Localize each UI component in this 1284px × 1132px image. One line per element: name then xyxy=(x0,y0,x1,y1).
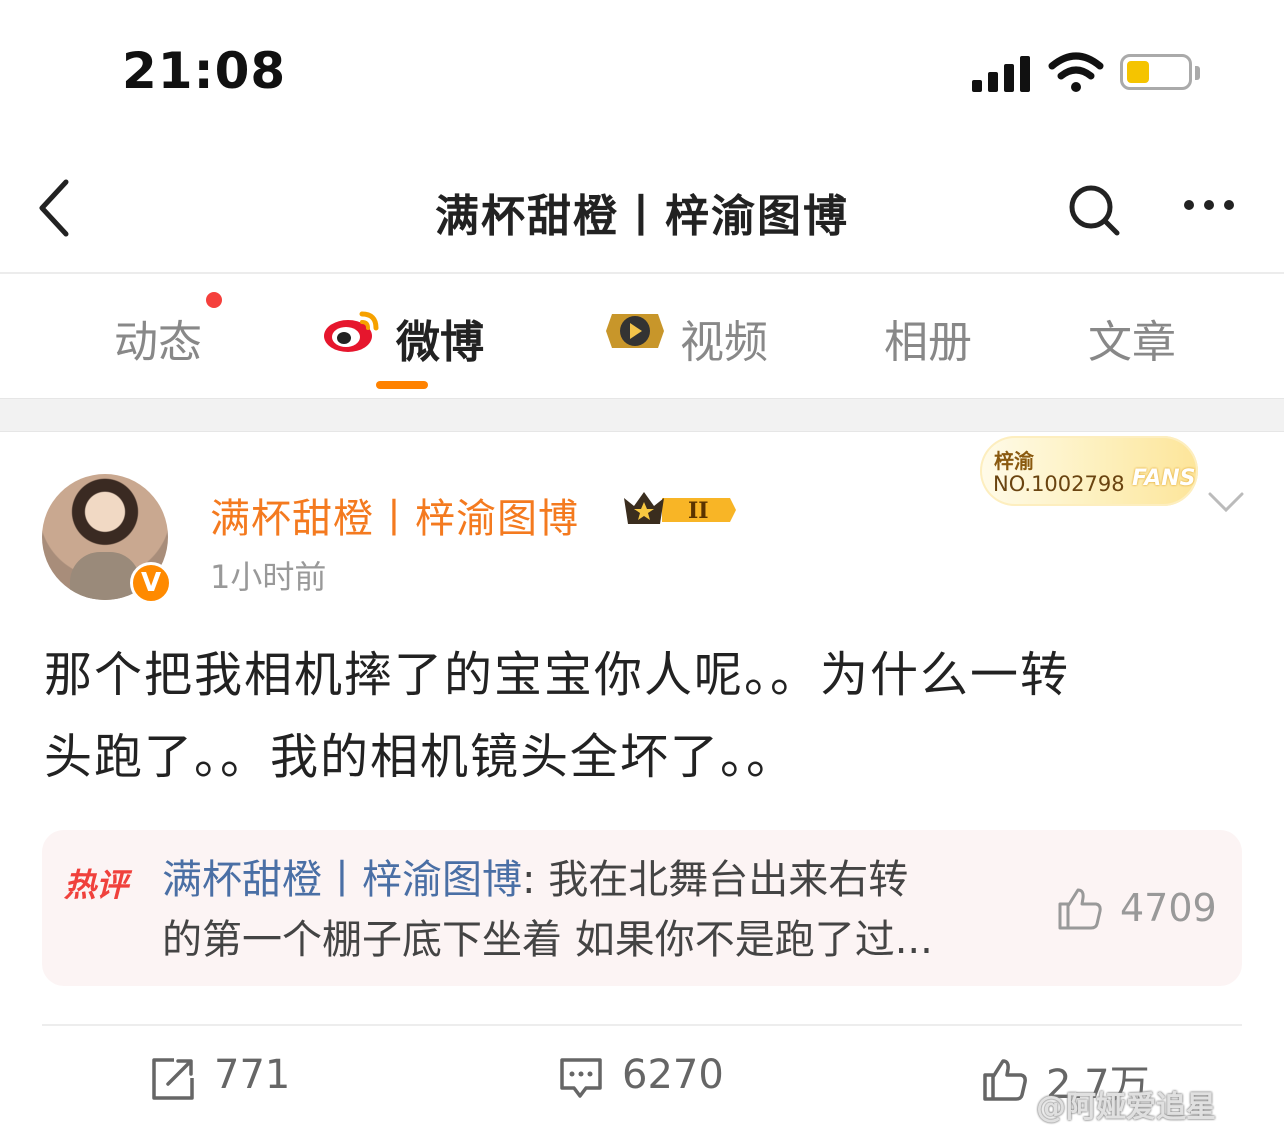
post-body: 那个把我相机摔了的宝宝你人呢。。为什么一转 头跑了。。我的相机镜头全坏了。。 xyxy=(44,634,1244,798)
comment-icon[interactable] xyxy=(558,1056,604,1102)
search-icon[interactable] xyxy=(1066,182,1122,238)
tab-article[interactable]: 文章 xyxy=(1088,306,1176,370)
more-options-icon[interactable] xyxy=(1180,200,1240,214)
cellular-signal-icon xyxy=(972,56,1034,92)
repost-icon[interactable] xyxy=(150,1056,196,1102)
divider xyxy=(42,1024,1242,1026)
author-name[interactable]: 满杯甜橙丨梓渝图博 xyxy=(210,486,579,544)
weibo-logo-icon xyxy=(324,311,379,352)
fans-badge-name: 梓渝 xyxy=(994,449,1034,473)
battery-nub xyxy=(1195,66,1200,80)
like-icon[interactable] xyxy=(982,1056,1028,1102)
crown-level-badge-icon: II xyxy=(624,492,736,524)
tab-album[interactable]: 相册 xyxy=(884,306,972,370)
fans-badge-number: NO.1002798 xyxy=(993,472,1125,496)
repost-count[interactable]: 771 xyxy=(214,1052,290,1098)
hot-comment-author[interactable]: 满杯甜橙丨梓渝图博 xyxy=(162,857,522,903)
post-text-line: 那个把我相机摔了的宝宝你人呢。。为什么一转 xyxy=(44,647,1071,703)
divider xyxy=(0,272,1284,274)
post-text-line: 头跑了。。我的相机镜头全坏了。。 xyxy=(44,729,797,785)
hot-comment-like-count: 4709 xyxy=(1120,886,1217,930)
hot-comment-text: 满杯甜橙丨梓渝图博: 我在北舞台出来右转 的第一个棚子底下坐着 如果你不是跑了过… xyxy=(162,850,1032,970)
verified-badge-icon: V xyxy=(130,562,172,604)
active-tab-indicator xyxy=(376,381,428,389)
comment-count[interactable]: 6270 xyxy=(622,1052,724,1098)
chevron-down-icon[interactable] xyxy=(1206,490,1246,514)
hot-comment-label: 热评 xyxy=(64,866,129,904)
video-icon xyxy=(606,314,664,348)
tab-video[interactable]: 视频 xyxy=(680,306,768,370)
status-time: 21:08 xyxy=(122,42,287,100)
post-time: 1小时前 xyxy=(210,558,327,596)
wifi-icon xyxy=(1048,52,1104,92)
tab-weibo[interactable]: 微博 xyxy=(396,306,484,370)
level-badge-text: II xyxy=(688,498,709,524)
section-separator xyxy=(0,398,1284,432)
fans-badge-tag: FANS xyxy=(1132,466,1196,491)
battery-icon xyxy=(1120,54,1192,90)
thumbs-up-icon[interactable] xyxy=(1056,884,1104,932)
tab-dynamic[interactable]: 动态 xyxy=(114,306,202,370)
hot-comment-line: 的第一个棚子底下坐着 如果你不是跑了过... xyxy=(162,917,933,963)
hot-comment-line: : 我在北舞台出来右转 xyxy=(522,857,909,903)
notification-dot xyxy=(206,292,222,308)
watermark: @阿娅爱追星 xyxy=(1036,1090,1216,1125)
